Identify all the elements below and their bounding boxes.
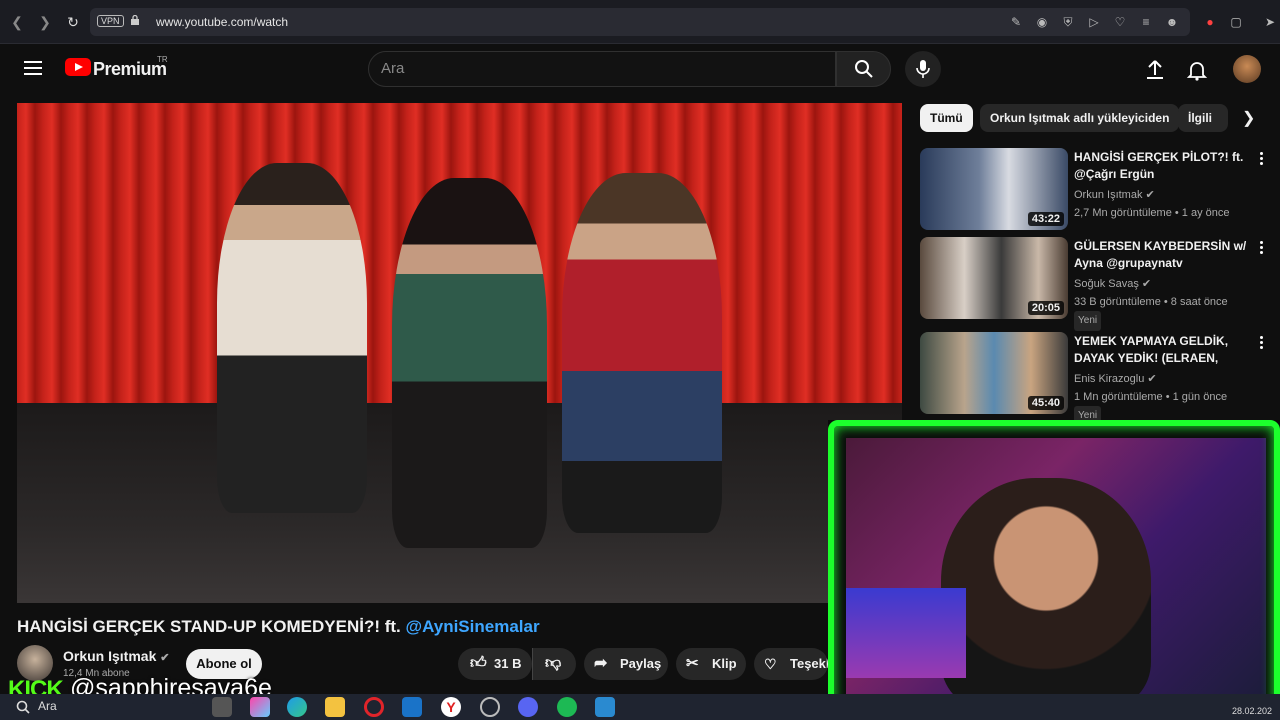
video-meta: Orkun Işıtmak ✔ 2,7 Mn görüntüleme • 1 a… (1074, 186, 1230, 222)
video-thumbnail[interactable]: 45:40 (920, 332, 1068, 414)
search-button[interactable] (836, 51, 891, 87)
video-player[interactable] (17, 103, 902, 603)
file-icon[interactable] (212, 697, 232, 717)
folder-icon[interactable] (325, 697, 345, 717)
copilot-icon[interactable] (250, 697, 270, 717)
youtube-logo-icon[interactable] (65, 58, 91, 76)
forward-icon[interactable]: ❯ (36, 13, 54, 31)
video-person-right (562, 173, 722, 533)
profile-icon[interactable]: ☻ (1164, 14, 1180, 30)
thumbs-up-icon: 👍︎ (470, 655, 487, 672)
clip-button[interactable]: ✂ Klip (676, 648, 746, 680)
verified-icon: ✔ (1141, 278, 1152, 290)
video-meta: Soğuk Savaş ✔ 33 B görüntüleme • 8 saat … (1074, 275, 1228, 331)
mail-icon[interactable] (402, 697, 422, 717)
spotify-icon[interactable] (557, 697, 577, 717)
notifications-bell-icon[interactable] (1185, 58, 1209, 82)
search-box[interactable] (368, 51, 836, 87)
channel-name: Soğuk Savaş (1074, 278, 1139, 290)
account-avatar[interactable] (1233, 55, 1261, 83)
search-icon (855, 60, 873, 78)
verified-icon: ✔ (1145, 189, 1155, 201)
youtube-header: Premium TR (0, 44, 1280, 96)
voice-search-button[interactable] (905, 51, 941, 87)
channel-name[interactable]: Orkun Işıtmak ✔ (63, 648, 169, 664)
camera-icon[interactable]: ◉ (1034, 14, 1050, 30)
taskbar-date: 28.02.202 (1232, 706, 1273, 716)
chevron-right-icon[interactable]: ❯ (1242, 108, 1255, 128)
video-title: HANGİSİ GERÇEK STAND-UP KOMEDYENİ?! ft. … (17, 617, 540, 636)
recommended-video[interactable]: 43:22 HANGİSİ GERÇEK PİLOT?! ft. @Çağrı … (920, 148, 1270, 230)
upload-icon[interactable] (1143, 58, 1167, 82)
extension-icon[interactable]: ● (1202, 14, 1218, 30)
share-button[interactable]: ➦ Paylaş (584, 648, 668, 680)
taskbar-search[interactable]: Ara (38, 699, 57, 713)
video-stats: 2,7 Mn görüntüleme • 1 ay önce (1074, 207, 1230, 219)
video-stats: 33 B görüntüleme • 8 saat önce (1074, 296, 1228, 308)
menu-icon[interactable] (24, 61, 42, 75)
more-actions-icon[interactable] (1260, 241, 1264, 255)
yandex-icon[interactable]: Y (441, 697, 461, 717)
browser-toolbar: ❮ ❯ ↻ VPN www.youtube.com/watch ✎ ◉ ⛨ ▷ … (0, 0, 1280, 44)
video-duration: 20:05 (1027, 301, 1064, 315)
video-title[interactable]: GÜLERSEN KAYBEDERSİN w/ Ayna @grupaynatv… (1074, 238, 1254, 272)
play-icon[interactable]: ▷ (1086, 14, 1102, 30)
video-person-left (217, 163, 367, 513)
like-button[interactable]: 👍︎ 31 B (458, 648, 532, 680)
thumbs-down-icon: 👎︎ (545, 655, 562, 672)
app-icon[interactable] (480, 697, 500, 717)
chip-related[interactable]: İlgili (1178, 104, 1228, 132)
edit-icon[interactable]: ✎ (1008, 14, 1024, 30)
verified-icon: ✔ (160, 652, 170, 664)
channel-name: Orkun Işıtmak (1074, 189, 1143, 201)
chip-all[interactable]: Tümü (920, 104, 973, 132)
webcam-overlay (828, 420, 1280, 720)
discord-icon[interactable] (518, 697, 538, 717)
taskbar: Ara Y 28.02.202 (0, 694, 1280, 720)
video-title[interactable]: YEMEK YAPMAYA GELDİK, DAYAK YEDİK! (ELRA… (1074, 333, 1254, 367)
video-duration: 45:40 (1027, 396, 1064, 410)
reload-icon[interactable]: ↻ (64, 13, 82, 31)
chip-from-uploader[interactable]: Orkun Işıtmak adlı yükleyiciden (980, 104, 1180, 132)
channel-name: Enis Kirazoglu (1074, 373, 1145, 385)
url-text[interactable]: www.youtube.com/watch (156, 15, 288, 29)
share-arrow-icon: ➦ (594, 655, 608, 672)
video-duration: 43:22 (1027, 212, 1064, 226)
recommended-video[interactable]: 45:40 YEMEK YAPMAYA GELDİK, DAYAK YEDİK!… (920, 332, 1270, 426)
box-icon[interactable]: ▢ (1228, 14, 1244, 30)
vpn-badge[interactable]: VPN (97, 15, 124, 27)
thanks-button[interactable]: ♡ Teşekk (754, 648, 828, 680)
video-stats: 1 Mn görüntüleme • 1 gün önce (1074, 391, 1228, 403)
list-icon[interactable]: ≡ (1138, 14, 1154, 30)
logo-country: TR (157, 55, 168, 64)
lock-icon (131, 15, 139, 25)
shield-icon[interactable]: ⛨ (1060, 14, 1076, 30)
verified-icon: ✔ (1147, 373, 1157, 385)
opera-icon[interactable] (364, 697, 384, 717)
video-title[interactable]: HANGİSİ GERÇEK PİLOT?! ft. @Çağrı Ergün (1074, 149, 1254, 183)
more-actions-icon[interactable] (1260, 336, 1264, 350)
scissors-icon: ✂ (686, 655, 699, 672)
video-thumbnail[interactable]: 20:05 (920, 237, 1068, 319)
video-meta: Enis Kirazoglu ✔ 1 Mn görüntüleme • 1 gü… (1074, 370, 1227, 426)
recommended-video[interactable]: 20:05 GÜLERSEN KAYBEDERSİN w/ Ayna @grup… (920, 237, 1270, 331)
video-person-center (392, 178, 547, 548)
video-thumbnail[interactable]: 43:22 (920, 148, 1068, 230)
edge-icon[interactable] (287, 697, 307, 717)
video-title-mention-link[interactable]: @AyniSinemalar (406, 617, 540, 636)
search-input[interactable] (381, 60, 821, 77)
heart-icon[interactable]: ♡ (1112, 14, 1128, 30)
webcam-frame (828, 420, 1280, 720)
logo-text[interactable]: Premium (93, 59, 167, 80)
dislike-button[interactable]: 👎︎ (532, 648, 576, 680)
heart-dollar-icon: ♡ (764, 656, 777, 672)
send-icon[interactable]: ➤ (1262, 14, 1278, 30)
more-actions-icon[interactable] (1260, 152, 1264, 166)
back-icon[interactable]: ❮ (8, 13, 26, 31)
microphone-icon (916, 60, 930, 78)
search-icon[interactable] (16, 700, 30, 714)
new-badge: Yeni (1074, 311, 1102, 331)
photos-icon[interactable] (595, 697, 615, 717)
